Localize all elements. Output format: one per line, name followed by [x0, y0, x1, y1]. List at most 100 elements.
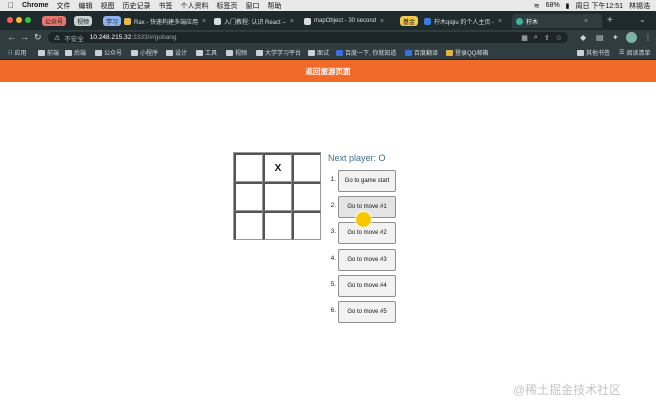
apps-grid-icon: ⁝⁝: [8, 49, 13, 57]
tab-active[interactable]: 柠木 ×: [512, 14, 602, 28]
game-status: Next player: O: [328, 153, 386, 163]
tab-group-video[interactable]: 视频: [74, 16, 93, 26]
reload-icon[interactable]: ↻: [34, 32, 42, 43]
bookmark-baidu-translate[interactable]: 百度翻译: [405, 48, 438, 57]
bookmark-folder-backend[interactable]: 后端: [65, 48, 86, 57]
tab-rax[interactable]: Rax - 快速构建多端应用 ×: [124, 14, 210, 28]
board-square-5[interactable]: [292, 182, 321, 211]
menu-app-name[interactable]: Chrome: [22, 2, 48, 9]
move-item: 4. Go to move #3: [322, 249, 402, 271]
go-to-game-start-button[interactable]: Go to game start: [338, 170, 396, 192]
close-window-icon[interactable]: [7, 17, 13, 23]
go-to-move-4-button[interactable]: Go to move #4: [338, 275, 396, 297]
board-square-0[interactable]: [234, 153, 263, 182]
move-number: 1.: [330, 176, 336, 183]
bookmark-baidu[interactable]: 百度一下, 你就知道: [336, 48, 396, 57]
address-bar[interactable]: ⚠ 不安全 10.248.215.32:3333/#/gobang ▦ ⌕ ⇪ …: [48, 32, 568, 43]
close-tab-icon[interactable]: ×: [584, 18, 588, 25]
menu-tabs[interactable]: 标签页: [216, 1, 237, 11]
board-square-4[interactable]: [263, 182, 292, 211]
share-icon[interactable]: ⇪: [544, 34, 550, 42]
macos-menu-bar:  Chrome 文件 编辑 视图 历史记录 书签 个人资料 标签页 窗口 帮助…: [0, 0, 656, 11]
go-to-move-5-button[interactable]: Go to move #5: [338, 301, 396, 323]
apple-icon[interactable]: : [8, 1, 14, 10]
close-tab-icon[interactable]: ×: [380, 18, 384, 25]
move-number: 2.: [330, 202, 336, 209]
bookmark-folder-frontend[interactable]: 前端: [38, 48, 59, 57]
url-host: 10.248.215.32: [89, 34, 132, 41]
bookmark-qq-mail[interactable]: 登录QQ邮箱: [446, 48, 488, 57]
zoom-icon[interactable]: ⌕: [534, 34, 538, 42]
url-path: :3333/#/gobang: [131, 34, 177, 41]
maximize-window-icon[interactable]: [25, 17, 31, 23]
reading-list[interactable]: ☰ 阅读清单: [619, 48, 650, 57]
clock[interactable]: 周日 下午12:51: [576, 1, 623, 11]
menu-view[interactable]: 视图: [100, 1, 114, 11]
bookmark-folder-miniprogram[interactable]: 小程序: [131, 48, 158, 57]
battery-icon[interactable]: ▮: [566, 2, 570, 10]
tab-group-study[interactable]: 学习: [103, 16, 122, 26]
bookmark-folder-design[interactable]: 设计: [166, 48, 187, 57]
warning-icon[interactable]: ⚠: [54, 34, 60, 42]
board-square-3[interactable]: [234, 182, 263, 211]
tab-group-gongzhonghao[interactable]: 公众号: [42, 16, 67, 26]
bookmark-folder-interview[interactable]: 面试: [308, 48, 329, 57]
back-to-travel-link[interactable]: 返回旅游页面: [306, 66, 351, 77]
baidu-icon: [336, 49, 343, 56]
profile-avatar[interactable]: [626, 32, 637, 43]
tab-group-fund[interactable]: 基金: [400, 16, 419, 26]
minimize-window-icon[interactable]: [16, 17, 22, 23]
extension-icon[interactable]: ◆: [580, 33, 586, 42]
forward-icon[interactable]: →: [20, 32, 29, 42]
browser-toolbar: ← → ↻ ⚠ 不安全 10.248.215.32:3333/#/gobang …: [0, 30, 656, 45]
board-square-8[interactable]: [292, 211, 321, 240]
tab-mapobject[interactable]: mapObject - 30 second ×: [304, 14, 394, 28]
menu-history[interactable]: 历史记录: [122, 1, 150, 11]
close-tab-icon[interactable]: ×: [202, 18, 206, 25]
menu-bookmarks[interactable]: 书签: [158, 1, 172, 11]
board-square-6[interactable]: [234, 211, 263, 240]
new-tab-icon[interactable]: +: [607, 15, 613, 26]
bookmark-other[interactable]: 其他书签: [577, 48, 610, 57]
tab-react-tutorial[interactable]: 入门教程: 认识 React – ×: [214, 14, 300, 28]
more-menu-icon[interactable]: ⋮: [644, 33, 652, 42]
menu-file[interactable]: 文件: [56, 1, 70, 11]
mail-icon: [446, 49, 453, 56]
menubar-user[interactable]: 林锡浩: [629, 1, 650, 11]
menu-help[interactable]: 帮助: [267, 1, 281, 11]
go-to-move-3-button[interactable]: Go to move #3: [338, 249, 396, 271]
page-favicon-icon: [304, 17, 311, 25]
qr-code-icon[interactable]: ▦: [521, 34, 528, 42]
extensions-puzzle-icon[interactable]: ✦: [612, 33, 619, 42]
close-tab-icon[interactable]: ×: [290, 18, 294, 25]
reading-list-icon: ☰: [619, 50, 625, 56]
folder-icon: [196, 49, 203, 56]
menu-edit[interactable]: 编辑: [78, 1, 92, 11]
watermark: @稀土掘金技术社区: [513, 383, 622, 397]
bookmark-folder-gongzhonghao[interactable]: 公众号: [95, 48, 122, 57]
bookmark-apps[interactable]: ⁝⁝ 应用: [8, 48, 26, 58]
bookmark-folder-tools[interactable]: 工具: [196, 48, 217, 57]
move-item: 5. Go to move #4: [322, 275, 402, 297]
juejin-favicon-icon: [424, 17, 431, 25]
bookmark-star-icon[interactable]: ☆: [556, 34, 562, 42]
back-icon[interactable]: ←: [7, 32, 16, 42]
tab-profile-page[interactable]: 柠木qiqiu 的个人主页 - ×: [424, 14, 510, 28]
move-number: 3.: [330, 228, 336, 235]
bookmark-folder-video[interactable]: 视频: [226, 48, 247, 57]
close-tab-icon[interactable]: ×: [498, 18, 502, 25]
extension-grid-icon[interactable]: ▤: [596, 33, 604, 42]
bookmark-label: 设计: [175, 51, 188, 57]
menu-window[interactable]: 窗口: [245, 1, 259, 11]
move-number: 5.: [330, 281, 336, 288]
bookmark-folder-university[interactable]: 大学学习平台: [256, 48, 301, 57]
bookmark-label: 面试: [317, 51, 330, 57]
board-square-2[interactable]: [292, 153, 321, 182]
menu-profile[interactable]: 个人资料: [180, 1, 208, 11]
wifi-icon[interactable]: ≋: [534, 2, 540, 10]
board-square-1[interactable]: X: [263, 153, 292, 182]
board-square-7[interactable]: [263, 211, 292, 240]
tab-search-chevron-icon[interactable]: ⌄: [639, 15, 646, 24]
bookmark-label: 阅读清单: [626, 51, 651, 57]
move-number: 4.: [330, 255, 336, 262]
